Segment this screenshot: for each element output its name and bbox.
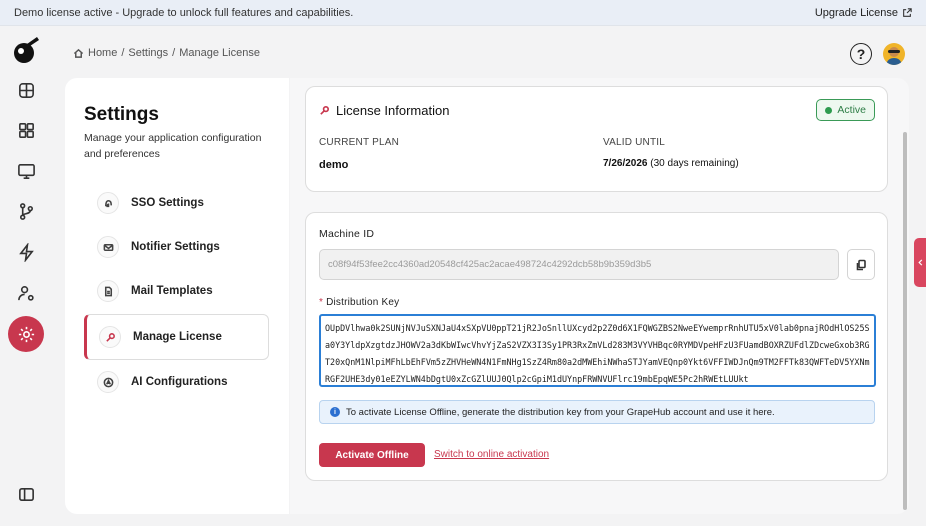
- banner-message: Demo license active - Upgrade to unlock …: [14, 6, 354, 19]
- ai-icon: [97, 371, 119, 393]
- menu-item-label: Manage License: [133, 331, 222, 343]
- breadcrumb-separator: /: [121, 47, 125, 59]
- valid-until-label: VALID UNTIL: [603, 137, 666, 148]
- machine-id-label: Machine ID: [319, 228, 375, 240]
- status-label: Active: [837, 104, 866, 116]
- gear-icon[interactable]: [8, 316, 44, 352]
- valid-until-remaining: (30 days remaining): [650, 158, 739, 169]
- activate-offline-button[interactable]: Activate Offline: [319, 443, 425, 467]
- license-information-card: License Information Active CURRENT PLAN …: [305, 86, 888, 192]
- menu-item-label: AI Configurations: [131, 376, 228, 388]
- side-panel-tab[interactable]: [914, 238, 926, 287]
- menu-item-ai-configurations[interactable]: AI Configurations: [85, 360, 269, 404]
- switch-online-link[interactable]: Switch to online activation: [434, 449, 549, 460]
- mail-icon: [97, 236, 119, 258]
- distribution-key-label: Distribution Key: [326, 297, 400, 308]
- menu-item-mail-templates[interactable]: Mail Templates: [85, 269, 269, 313]
- key-icon: [320, 106, 329, 115]
- upgrade-license-link[interactable]: Upgrade License: [815, 7, 912, 19]
- breadcrumb-current: Manage License: [179, 47, 260, 59]
- license-content: License Information Active CURRENT PLAN …: [290, 78, 909, 514]
- breadcrumb: Home / Settings / Manage License: [73, 47, 260, 59]
- menu-item-label: Mail Templates: [131, 285, 213, 297]
- current-plan-value: demo: [319, 159, 349, 171]
- menu-item-sso-settings[interactable]: SSO Settings: [85, 181, 269, 225]
- info-text: To activate License Offline, generate th…: [346, 406, 775, 418]
- valid-until-value: 7/26/2026 (30 days remaining): [603, 158, 739, 169]
- license-information-title: License Information: [319, 103, 449, 118]
- machine-id-field[interactable]: c08f94f53fee2cc4360ad20548cf425ac2acae49…: [319, 249, 839, 280]
- menu-item-notifier-settings[interactable]: Notifier Settings: [85, 225, 269, 269]
- settings-description: Manage your application configuration an…: [84, 132, 262, 160]
- card-title: License Information: [336, 103, 450, 118]
- copy-icon: [856, 259, 866, 270]
- valid-until-date: 7/26/2026: [603, 158, 648, 169]
- app-logo: [14, 37, 39, 63]
- offline-activation-card: Machine ID c08f94f53fee2cc4360ad20548cf4…: [305, 212, 888, 481]
- git-branch-icon[interactable]: [8, 193, 44, 229]
- chevron-left-icon: [917, 259, 922, 266]
- distribution-key-input[interactable]: OUpDVlhwa0k2SUNjNVJuSXNJaU4xSXpVU0ppT21j…: [319, 314, 876, 387]
- grid-icon[interactable]: [8, 112, 44, 148]
- fingerprint-icon: [97, 192, 119, 214]
- avatar[interactable]: [883, 43, 905, 65]
- current-plan-label: CURRENT PLAN: [319, 137, 400, 148]
- bolt-icon[interactable]: [8, 234, 44, 270]
- distribution-key-label-row: * Distribution Key: [319, 297, 399, 308]
- demo-banner: Demo license active - Upgrade to unlock …: [0, 0, 926, 26]
- menu-item-label: SSO Settings: [131, 197, 204, 209]
- copy-button[interactable]: [847, 249, 875, 280]
- menu-item-manage-license[interactable]: Manage License: [84, 314, 269, 360]
- settings-panel: Settings Manage your application configu…: [65, 78, 289, 514]
- upgrade-license-label: Upgrade License: [814, 6, 898, 19]
- breadcrumb-separator: /: [172, 47, 176, 59]
- file-icon: [97, 280, 119, 302]
- page-title: Settings: [84, 104, 159, 125]
- menu-item-label: Notifier Settings: [131, 241, 220, 253]
- monitor-icon[interactable]: [8, 153, 44, 189]
- breadcrumb-home[interactable]: Home: [88, 47, 117, 59]
- required-marker: *: [319, 297, 324, 308]
- home-icon: [73, 48, 84, 58]
- key-icon: [99, 326, 121, 348]
- left-rail: [0, 26, 52, 526]
- status-dot: [825, 106, 833, 114]
- user-settings-icon[interactable]: [8, 275, 44, 311]
- scrollbar[interactable]: [903, 132, 907, 510]
- dashboard-icon[interactable]: [8, 72, 44, 108]
- external-link-icon: [903, 7, 912, 17]
- info-notice: i To activate License Offline, generate …: [319, 400, 875, 424]
- breadcrumb-settings[interactable]: Settings: [128, 47, 168, 59]
- sidebar-toggle-icon[interactable]: [8, 476, 44, 512]
- info-icon: i: [330, 407, 340, 417]
- status-badge: Active: [816, 99, 875, 121]
- help-icon[interactable]: ?: [850, 43, 872, 65]
